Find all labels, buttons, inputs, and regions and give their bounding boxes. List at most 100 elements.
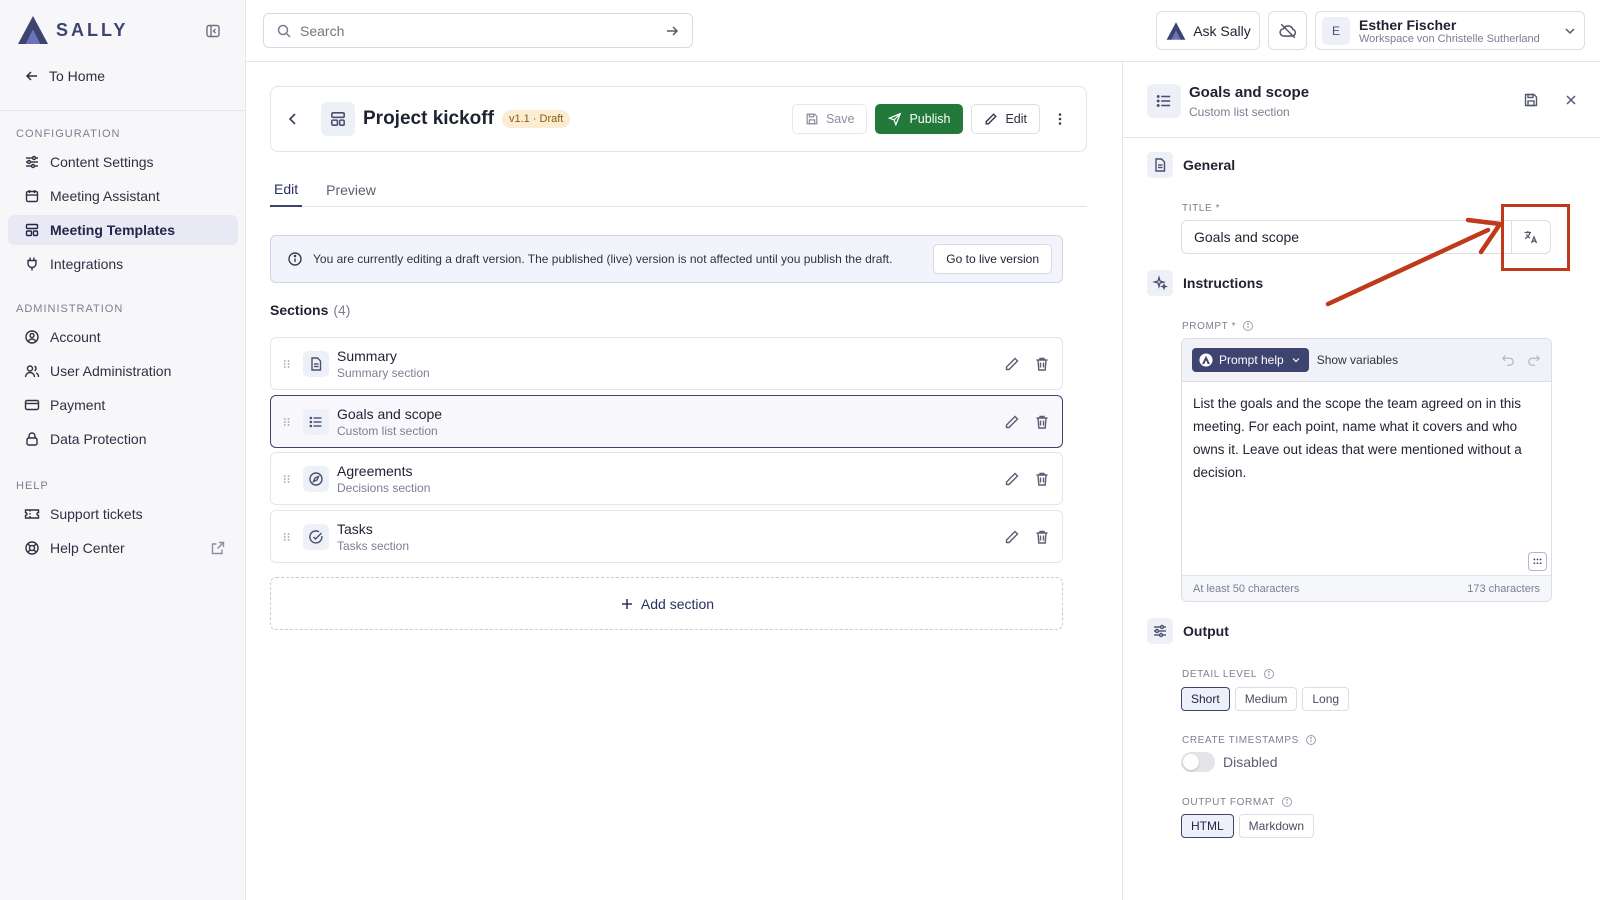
drag-handle-icon[interactable]: [281, 414, 293, 430]
add-section-button[interactable]: Add section: [270, 577, 1063, 630]
pencil-icon[interactable]: [1004, 356, 1020, 372]
sections-title: Sections: [270, 302, 329, 318]
trash-icon[interactable]: [1034, 414, 1050, 430]
prompt-help-label: Prompt help: [1219, 353, 1284, 367]
arrow-left-icon: [25, 71, 37, 81]
sidebar-item-integrations[interactable]: Integrations: [8, 249, 238, 279]
drag-handle-icon[interactable]: [281, 529, 293, 545]
arrow-right-icon[interactable]: [664, 23, 680, 39]
publish-button[interactable]: Publish: [875, 104, 964, 134]
timestamps-toggle[interactable]: [1181, 752, 1215, 772]
template-icon: [25, 223, 39, 237]
page-title: Project kickoff: [363, 108, 494, 129]
translate-button[interactable]: [1511, 220, 1551, 254]
sidebar-item-content-settings[interactable]: Content Settings: [8, 147, 238, 177]
sparkles-icon: [1147, 270, 1173, 296]
close-icon[interactable]: [1563, 92, 1579, 108]
back-button[interactable]: [285, 111, 305, 127]
sidebar-item-user-administration[interactable]: User Administration: [8, 356, 238, 386]
section-row-tasks[interactable]: Tasks Tasks section: [270, 510, 1063, 563]
sections-count: (4): [333, 302, 351, 318]
sidebar-item-meeting-templates[interactable]: Meeting Templates: [8, 215, 238, 245]
output-label: Output: [1183, 623, 1229, 639]
sidebar-item-support-tickets[interactable]: Support tickets: [8, 499, 238, 529]
insert-variable-icon[interactable]: [1528, 552, 1547, 571]
collapse-sidebar-icon[interactable]: [205, 23, 221, 39]
trash-icon[interactable]: [1034, 529, 1050, 545]
trash-icon[interactable]: [1034, 356, 1050, 372]
section-row-agreements[interactable]: Agreements Decisions section: [270, 452, 1063, 505]
section-type: Decisions section: [337, 480, 431, 495]
sidebar-item-help-center[interactable]: Help Center: [8, 533, 238, 563]
section-row-summary[interactable]: Summary Summary section: [270, 337, 1063, 390]
logo-text: SALLY: [56, 19, 129, 40]
tab-edit[interactable]: Edit: [270, 172, 303, 207]
list-icon: [303, 408, 329, 435]
detail-level-selector: Short Medium Long: [1181, 687, 1350, 711]
logo[interactable]: SALLY: [16, 14, 128, 46]
user-menu[interactable]: E Esther Fischer Workspace von Christell…: [1315, 11, 1585, 50]
calendar-icon: [25, 190, 39, 203]
sections-heading: Sections (4): [270, 302, 350, 318]
save-button[interactable]: Save: [791, 104, 868, 134]
format-option-html[interactable]: HTML: [1181, 814, 1234, 838]
detail-level-text: DETAIL LEVEL: [1182, 668, 1258, 680]
search-bar[interactable]: [263, 13, 693, 48]
panel-subtitle: Custom list section: [1189, 105, 1290, 119]
info-icon: [288, 252, 302, 266]
trash-icon[interactable]: [1034, 471, 1050, 487]
detail-option-medium[interactable]: Medium: [1234, 687, 1298, 711]
redo-icon[interactable]: [1527, 353, 1541, 367]
ask-sally-button[interactable]: Ask Sally: [1156, 11, 1260, 50]
show-variables-link[interactable]: Show variables: [1317, 353, 1398, 367]
sally-logo-icon: [1199, 353, 1213, 367]
sidebar-item-data-protection[interactable]: Data Protection: [8, 424, 238, 454]
edit-button[interactable]: Edit: [971, 104, 1040, 134]
sidebar-item-payment[interactable]: Payment: [8, 390, 238, 420]
ask-sally-label: Ask Sally: [1193, 22, 1251, 39]
drag-handle-icon[interactable]: [281, 356, 293, 372]
prompt-textarea[interactable]: List the goals and the scope the team ag…: [1182, 382, 1551, 577]
prompt-label-text: PROMPT *: [1182, 320, 1237, 332]
section-name: Summary: [337, 347, 397, 364]
topbar: Ask Sally E Esther Fischer Workspace von…: [246, 0, 1600, 62]
sidebar-item-label: Payment: [50, 397, 106, 413]
undo-icon[interactable]: [1501, 353, 1515, 367]
cloud-off-icon: [1278, 23, 1296, 38]
sidebar-item-account[interactable]: Account: [8, 322, 238, 352]
info-icon[interactable]: [1242, 320, 1254, 332]
pencil-icon[interactable]: [1004, 414, 1020, 430]
sidebar-item-label: Help Center: [50, 540, 125, 556]
format-option-markdown[interactable]: Markdown: [1238, 814, 1315, 838]
go-to-live-version-button[interactable]: Go to live version: [933, 244, 1052, 274]
detail-option-short[interactable]: Short: [1181, 687, 1230, 711]
banner-text: You are currently editing a draft versio…: [313, 252, 893, 266]
drag-handle-icon[interactable]: [281, 471, 293, 487]
sidebar-item-meeting-assistant[interactable]: Meeting Assistant: [8, 181, 238, 211]
prompt-help-button[interactable]: Prompt help: [1192, 348, 1309, 372]
pencil-icon[interactable]: [1004, 529, 1020, 545]
info-icon[interactable]: [1281, 796, 1293, 808]
output-format-selector: HTML Markdown: [1181, 814, 1315, 838]
document-icon: [1147, 152, 1173, 178]
detail-option-long[interactable]: Long: [1302, 687, 1350, 711]
sally-logo-icon: [18, 16, 48, 44]
search-input[interactable]: [300, 22, 656, 39]
publish-label: Publish: [909, 112, 951, 126]
info-icon[interactable]: [1263, 668, 1275, 680]
to-home-link[interactable]: To Home: [24, 68, 105, 84]
pencil-icon[interactable]: [1004, 471, 1020, 487]
pencil-icon: [985, 113, 998, 125]
chevron-left-icon: [288, 113, 296, 125]
visibility-toggle-button[interactable]: [1268, 11, 1307, 50]
more-options-icon[interactable]: [1048, 111, 1072, 127]
section-title-help: HELP: [16, 480, 49, 492]
section-name: Agreements: [337, 462, 413, 479]
draft-banner: You are currently editing a draft versio…: [270, 235, 1063, 283]
section-row-goals-and-scope[interactable]: Goals and scope Custom list section: [270, 395, 1063, 448]
info-icon[interactable]: [1305, 734, 1317, 746]
save-icon[interactable]: [1523, 92, 1539, 108]
sliders-icon: [26, 155, 38, 169]
tab-preview[interactable]: Preview: [322, 172, 380, 207]
version-badge: v1.1 · Draft: [501, 110, 571, 128]
